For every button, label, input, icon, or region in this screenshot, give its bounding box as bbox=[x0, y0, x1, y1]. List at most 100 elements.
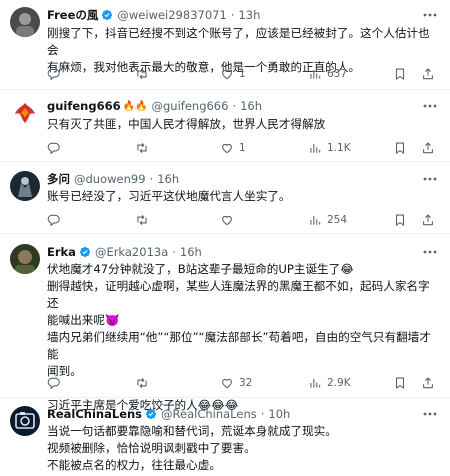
tweet-text: 伏地魔才47分钟就没了，B站这辈子最短命的UP主诞生了😂 删得越快，证明越心虚啊… bbox=[47, 261, 439, 414]
bookmark-button[interactable] bbox=[393, 66, 407, 82]
views-button[interactable]: 2.9K bbox=[308, 375, 351, 391]
timestamp[interactable]: 10h bbox=[268, 407, 290, 421]
display-name[interactable]: Erka bbox=[47, 245, 76, 259]
timeline-feed: Freeの風 @weiwei29837071 · 13h 刚搜了下，抖音已经搜不… bbox=[0, 0, 450, 476]
like-button[interactable]: 1 bbox=[220, 140, 246, 156]
views-icon bbox=[310, 143, 321, 153]
retweet-icon bbox=[137, 214, 147, 226]
view-count: 254 bbox=[327, 214, 348, 226]
reply-icon bbox=[47, 377, 60, 390]
user-handle[interactable]: @weiwei29837071 bbox=[117, 8, 226, 22]
share-icon bbox=[423, 142, 433, 154]
tweet-line: 伏地魔才47分钟就没了，B站这辈子最短命的UP主诞生了😂 bbox=[47, 262, 354, 276]
separator-dot: · bbox=[172, 245, 176, 259]
display-name[interactable]: guifeng666 bbox=[47, 99, 121, 113]
bookmark-icon bbox=[395, 68, 405, 80]
reply-icon bbox=[47, 142, 60, 155]
like-icon bbox=[222, 378, 232, 389]
views-button[interactable]: 637 bbox=[308, 66, 347, 82]
reply-button[interactable] bbox=[47, 212, 66, 228]
tweet[interactable]: Erka @Erka2013a · 16h 伏地魔才47分钟就没了，B站这辈子最… bbox=[0, 234, 450, 412]
like-count: 32 bbox=[239, 377, 253, 389]
more-icon[interactable] bbox=[420, 98, 440, 114]
more-icon[interactable] bbox=[420, 7, 440, 23]
name-emojis: 🔥🔥 bbox=[122, 100, 148, 112]
action-bar: 1 1.1K bbox=[47, 140, 442, 156]
share-button[interactable] bbox=[421, 66, 435, 82]
like-icon bbox=[222, 143, 232, 154]
share-icon bbox=[423, 68, 433, 80]
like-count: 1 bbox=[239, 142, 246, 154]
verified-icon bbox=[102, 9, 113, 21]
separator-dot: · bbox=[260, 407, 265, 421]
avatar[interactable] bbox=[10, 406, 40, 436]
reply-button[interactable] bbox=[47, 140, 66, 156]
action-bar: 254 bbox=[47, 212, 442, 228]
tweet[interactable]: RealChinaLens @RealChinaLens · 10h 当说一句话… bbox=[0, 398, 450, 476]
share-button[interactable] bbox=[421, 140, 435, 156]
tweet-text: 只有灭了共匪，中国人民才得解放，世界人民才得解放 bbox=[47, 116, 439, 133]
reply-button[interactable] bbox=[47, 66, 66, 82]
like-button[interactable]: 32 bbox=[220, 375, 252, 391]
views-icon bbox=[310, 69, 321, 79]
timestamp[interactable]: 13h bbox=[238, 8, 260, 22]
bookmark-button[interactable] bbox=[393, 212, 407, 228]
avatar[interactable] bbox=[10, 244, 40, 274]
retweet-button[interactable] bbox=[135, 66, 154, 82]
avatar[interactable] bbox=[10, 171, 40, 201]
bookmark-button[interactable] bbox=[393, 140, 407, 156]
separator-dot: · bbox=[232, 99, 237, 113]
display-name[interactable]: RealChinaLens bbox=[47, 407, 142, 421]
tweet-line: 能喊出来呢👿 bbox=[47, 313, 120, 327]
more-icon[interactable] bbox=[420, 406, 440, 422]
retweet-icon bbox=[137, 68, 147, 80]
tweet-line: 视频被删除，恰恰说明讽刺戳中了要害。 bbox=[47, 441, 256, 455]
display-name[interactable]: Freeの風 bbox=[47, 7, 98, 23]
share-button[interactable] bbox=[421, 375, 435, 391]
timestamp[interactable]: 16h bbox=[157, 172, 179, 186]
tweet-line: 刚搜了下，抖音已经搜不到这个账号了，应该是已经被封了。这个人估计也会 bbox=[47, 26, 430, 57]
user-handle[interactable]: @RealChinaLens bbox=[161, 407, 257, 421]
like-button[interactable]: 1 bbox=[220, 66, 246, 82]
retweet-button[interactable] bbox=[135, 375, 154, 391]
avatar[interactable] bbox=[10, 7, 40, 37]
share-icon bbox=[423, 377, 433, 389]
tweet[interactable]: guifeng666 🔥🔥 @guifeng666 · 16h 只有灭了共匪，中… bbox=[0, 90, 450, 162]
views-button[interactable]: 1.1K bbox=[308, 140, 351, 156]
more-icon[interactable] bbox=[420, 244, 440, 260]
retweet-button[interactable] bbox=[135, 212, 154, 228]
tweet-line: 当说一句话都要靠隐喻和替代词，荒诞本身就成了现实。 bbox=[47, 424, 337, 438]
like-icon bbox=[222, 69, 232, 80]
timestamp[interactable]: 16h bbox=[180, 245, 202, 259]
tweet-header: 多问 @duowen99 · 16h bbox=[47, 171, 440, 187]
tweet-line: 只有灭了共匪，中国人民才得解放，世界人民才得解放 bbox=[47, 117, 326, 131]
tweet-text: 账号已经没了，习近平这伏地魔代言人坐实了。 bbox=[47, 188, 439, 205]
tweet[interactable]: 多问 @duowen99 · 16h 账号已经没了，习近平这伏地魔代言人坐实了。 bbox=[0, 162, 450, 234]
reply-button[interactable] bbox=[47, 375, 66, 391]
views-icon bbox=[310, 215, 321, 225]
tweet-line: 墙内兄弟们继续用“他”“那位”“魔法部部长”苟着吧，自由的空气只有翻墙才能 bbox=[47, 330, 431, 361]
tweet-header: Erka @Erka2013a · 16h bbox=[47, 244, 440, 260]
views-button[interactable]: 254 bbox=[308, 212, 347, 228]
user-handle[interactable]: @duowen99 bbox=[74, 172, 146, 186]
user-handle[interactable]: @Erka2013a bbox=[95, 245, 168, 259]
like-icon bbox=[222, 215, 232, 226]
view-count: 2.9K bbox=[327, 377, 351, 389]
views-icon bbox=[310, 378, 321, 388]
display-name[interactable]: 多问 bbox=[47, 171, 70, 187]
tweet-header: Freeの風 @weiwei29837071 · 13h bbox=[47, 7, 440, 23]
tweet[interactable]: Freeの風 @weiwei29837071 · 13h 刚搜了下，抖音已经搜不… bbox=[0, 0, 450, 90]
retweet-button[interactable] bbox=[135, 140, 154, 156]
like-button[interactable] bbox=[220, 212, 239, 228]
tweet-line: 账号已经没了，习近平这伏地魔代言人坐实了。 bbox=[47, 189, 291, 203]
share-button[interactable] bbox=[421, 212, 435, 228]
bookmark-icon bbox=[395, 377, 405, 389]
timestamp[interactable]: 16h bbox=[240, 99, 262, 113]
separator-dot: · bbox=[149, 172, 154, 186]
avatar[interactable] bbox=[10, 98, 40, 128]
reply-icon bbox=[47, 68, 60, 81]
bookmark-button[interactable] bbox=[393, 375, 407, 391]
more-icon[interactable] bbox=[420, 171, 440, 187]
view-count: 637 bbox=[327, 68, 348, 80]
user-handle[interactable]: @guifeng666 bbox=[152, 99, 229, 113]
